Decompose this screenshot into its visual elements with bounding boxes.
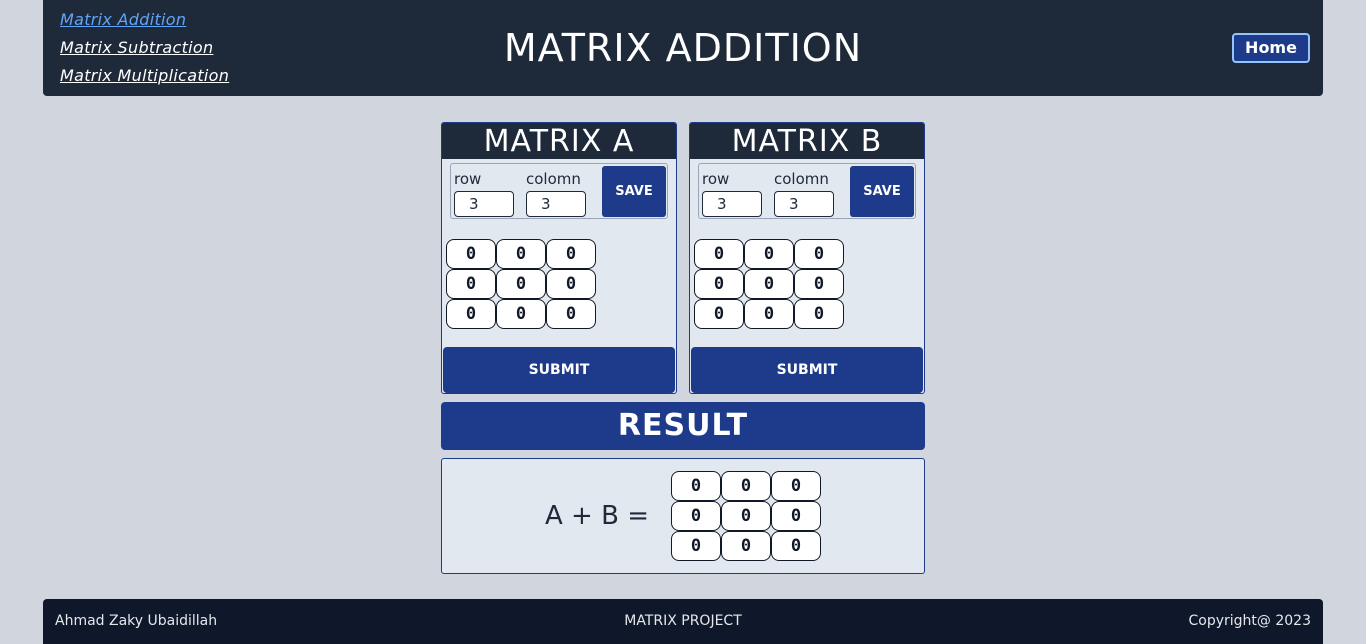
matrix-b-row-input[interactable]: 3 [702, 191, 762, 217]
matrix-a-save-button[interactable]: SAVE [602, 166, 666, 217]
matrix-a-title: MATRIX A [442, 123, 676, 159]
matrix-a-cell[interactable]: 0 [496, 299, 546, 329]
header: Matrix Addition Matrix Subtraction Matri… [43, 0, 1323, 96]
matrix-a-submit-button[interactable]: SUBMIT [443, 347, 675, 393]
result-cell: 0 [771, 531, 821, 561]
result-equation: A + B = [545, 501, 649, 531]
home-button[interactable]: Home [1232, 33, 1310, 63]
matrix-b-save-button[interactable]: SAVE [850, 166, 914, 217]
matrix-b-cell[interactable]: 0 [744, 299, 794, 329]
row-label: row [454, 170, 482, 188]
footer-copyright: Copyright@ 2023 [1188, 613, 1312, 629]
matrix-a-cell[interactable]: 0 [546, 239, 596, 269]
result-cell: 0 [721, 531, 771, 561]
matrix-a-column-input[interactable]: 3 [526, 191, 586, 217]
page-title: MATRIX ADDITION [503, 26, 863, 70]
matrix-b-submit-button[interactable]: SUBMIT [691, 347, 923, 393]
matrix-b-grid: 0 0 0 0 0 0 0 0 0 [694, 239, 844, 329]
result-grid: 0 0 0 0 0 0 0 0 0 [671, 471, 821, 561]
result-cell: 0 [771, 501, 821, 531]
matrix-a-cell[interactable]: 0 [446, 299, 496, 329]
matrix-a-cell[interactable]: 0 [546, 299, 596, 329]
result-title: RESULT [441, 402, 925, 450]
matrix-a-cell[interactable]: 0 [496, 239, 546, 269]
result-cell: 0 [671, 531, 721, 561]
matrix-a-dimensions: row colomn 3 3 SAVE [450, 163, 668, 219]
row-label: row [702, 170, 730, 188]
result-cell: 0 [671, 501, 721, 531]
matrix-a-cell[interactable]: 0 [546, 269, 596, 299]
matrix-b-cell[interactable]: 0 [744, 239, 794, 269]
matrix-a-cell[interactable]: 0 [446, 269, 496, 299]
result-cell: 0 [771, 471, 821, 501]
result-cell: 0 [671, 471, 721, 501]
matrix-b-cell[interactable]: 0 [794, 269, 844, 299]
result-cell: 0 [721, 471, 771, 501]
matrix-b-title: MATRIX B [690, 123, 924, 159]
matrix-b-dimensions: row colomn 3 3 SAVE [698, 163, 916, 219]
matrix-b-cell[interactable]: 0 [694, 299, 744, 329]
result-cell: 0 [721, 501, 771, 531]
matrix-b-cell[interactable]: 0 [694, 239, 744, 269]
matrix-a-grid: 0 0 0 0 0 0 0 0 0 [446, 239, 596, 329]
matrix-a-cell[interactable]: 0 [446, 239, 496, 269]
matrix-b-cell[interactable]: 0 [794, 239, 844, 269]
matrix-b-cell[interactable]: 0 [794, 299, 844, 329]
matrix-a-card: MATRIX A row colomn 3 3 SAVE 0 0 0 0 0 0… [441, 122, 677, 394]
footer: Ahmad Zaky Ubaidillah MATRIX PROJECT Cop… [43, 599, 1323, 644]
matrix-b-column-input[interactable]: 3 [774, 191, 834, 217]
matrix-b-card: MATRIX B row colomn 3 3 SAVE 0 0 0 0 0 0… [689, 122, 925, 394]
result-panel: A + B = 0 0 0 0 0 0 0 0 0 [441, 458, 925, 574]
matrix-b-cell[interactable]: 0 [744, 269, 794, 299]
column-label: colomn [526, 170, 581, 188]
matrix-a-row-input[interactable]: 3 [454, 191, 514, 217]
matrix-b-cell[interactable]: 0 [694, 269, 744, 299]
matrix-a-cell[interactable]: 0 [496, 269, 546, 299]
column-label: colomn [774, 170, 829, 188]
footer-project: MATRIX PROJECT [624, 613, 742, 629]
